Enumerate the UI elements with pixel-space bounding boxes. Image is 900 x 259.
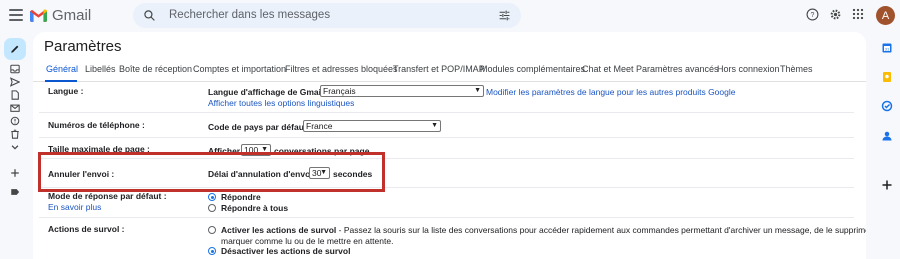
top-bar: Gmail Rechercher dans les messages ? A: [0, 0, 900, 32]
language-label: Langue :: [48, 86, 84, 96]
chevron-down-icon: ▼: [431, 122, 438, 129]
search-bar[interactable]: Rechercher dans les messages: [133, 3, 521, 28]
divider: [39, 217, 854, 218]
divider: [39, 137, 854, 138]
label-icon[interactable]: [10, 187, 20, 197]
send-icon[interactable]: [10, 77, 20, 87]
display-language-value: Français: [323, 86, 356, 96]
settings-tabs: Général Libellés Boîte de réception Comp…: [33, 62, 866, 82]
hover-enable-label: Activer les actions de survol: [221, 225, 337, 235]
tab-inbox[interactable]: Boîte de réception: [119, 64, 192, 74]
hover-disable-radio[interactable]: [208, 247, 216, 255]
tab-general[interactable]: Général: [46, 64, 78, 74]
country-code-value: France: [306, 121, 333, 131]
chevron-down-icon[interactable]: [10, 142, 20, 152]
pencil-icon: [11, 45, 19, 53]
settings-panel: Paramètres Général Libellés Boîte de réc…: [33, 32, 866, 259]
hover-enable-radio[interactable]: [208, 226, 216, 234]
compose-button[interactable]: [4, 38, 26, 60]
chevron-down-icon: ▼: [474, 87, 481, 94]
page-title: Paramètres: [44, 38, 122, 55]
account-avatar[interactable]: A: [876, 6, 895, 25]
tab-advanced[interactable]: Paramètres avancés: [636, 64, 719, 74]
apps-grid-icon[interactable]: [852, 8, 864, 20]
tab-themes[interactable]: Thèmes: [780, 64, 813, 74]
display-language-label: Langue d'affichage de Gmail :: [208, 87, 329, 97]
undo-send-highlight-box: [38, 152, 385, 192]
gmail-logo[interactable]: Gmail: [30, 7, 91, 24]
calendar-icon[interactable]: 31: [881, 42, 893, 54]
reply-mode-label: Mode de réponse par défaut :: [48, 191, 167, 201]
all-language-options-link[interactable]: Afficher toutes les options linguistique…: [208, 98, 354, 108]
divider: [39, 112, 854, 113]
reply-all-option-label[interactable]: Répondre à tous: [221, 203, 288, 213]
tab-filters[interactable]: Filtres et adresses bloquées: [285, 64, 398, 74]
reply-all-radio[interactable]: [208, 204, 216, 212]
learn-more-link[interactable]: En savoir plus: [48, 202, 101, 212]
tab-accounts[interactable]: Comptes et importation: [193, 64, 286, 74]
tasks-icon[interactable]: [881, 100, 893, 112]
country-code-label: Code de pays par défaut :: [208, 122, 312, 132]
tab-forwarding[interactable]: Transfert et POP/IMAP: [393, 64, 485, 74]
tab-labels[interactable]: Libellés: [85, 64, 116, 74]
search-icon[interactable]: [143, 9, 156, 22]
main-menu-button[interactable]: [9, 9, 23, 21]
all-mail-icon[interactable]: [10, 103, 20, 113]
display-language-select[interactable]: Français ▼: [320, 85, 484, 97]
add-addon-icon[interactable]: [881, 179, 893, 191]
inbox-icon[interactable]: [10, 64, 20, 74]
active-tab-indicator: [45, 80, 77, 82]
reply-radio[interactable]: [208, 193, 216, 201]
hover-enable-option[interactable]: Activer les actions de survol - Passez l…: [221, 225, 866, 235]
svg-text:31: 31: [885, 47, 890, 52]
spam-icon[interactable]: [10, 116, 20, 126]
gmail-m-icon: [30, 9, 47, 22]
other-products-language-link[interactable]: Modifier les paramètres de langue pour l…: [486, 87, 735, 97]
hover-enable-description-cont: marquer comme lu ou de le mettre en atte…: [221, 236, 394, 246]
add-label-icon[interactable]: [10, 168, 20, 178]
country-code-select[interactable]: France ▼: [303, 120, 441, 132]
settings-gear-icon[interactable]: [829, 8, 842, 21]
search-input[interactable]: Rechercher dans les messages: [169, 9, 330, 21]
hover-disable-label[interactable]: Désactiver les actions de survol: [221, 246, 350, 256]
reply-option-label[interactable]: Répondre: [221, 192, 261, 202]
hover-actions-label: Actions de survol :: [48, 224, 125, 234]
svg-text:?: ?: [811, 12, 815, 19]
help-icon[interactable]: ?: [806, 8, 819, 21]
draft-icon[interactable]: [10, 90, 20, 100]
contacts-icon[interactable]: [881, 130, 893, 142]
app-name: Gmail: [52, 7, 92, 24]
tab-offline[interactable]: Hors connexion: [717, 64, 780, 74]
hover-enable-description: - Passez la souris sur la liste des conv…: [338, 225, 866, 235]
keep-icon[interactable]: [881, 71, 893, 83]
tab-chat-meet[interactable]: Chat et Meet: [582, 64, 634, 74]
phone-label: Numéros de téléphone :: [48, 120, 145, 130]
trash-icon[interactable]: [10, 129, 20, 139]
tab-addons[interactable]: Modules complémentaires: [480, 64, 585, 74]
search-options-icon[interactable]: [498, 9, 511, 22]
